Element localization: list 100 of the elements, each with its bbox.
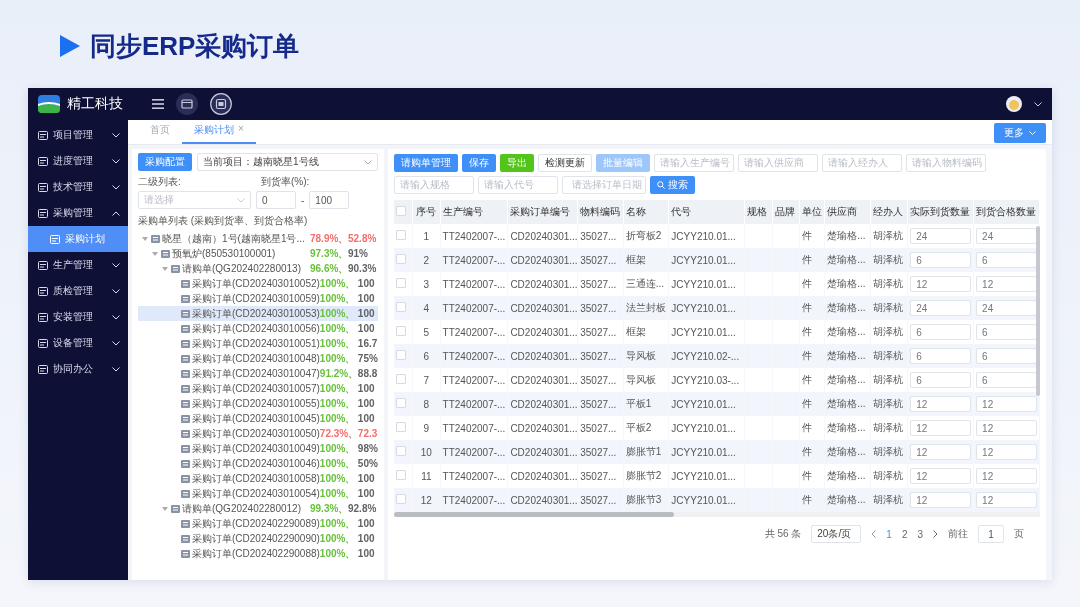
tree-node[interactable]: 采购订单(CD202403010048)100%、 75% [138, 351, 378, 366]
tree-node[interactable]: 采购订单(CD202402290089)100%、 100 [138, 516, 378, 531]
page-field[interactable]: 1 [978, 525, 1004, 543]
checkbox[interactable] [396, 326, 406, 336]
chevron-icon[interactable] [112, 158, 120, 164]
checkbox[interactable] [396, 446, 406, 456]
tree-node[interactable]: 采购订单(CD202403010045)100%、 100 [138, 411, 378, 426]
sidebar-item[interactable]: 设备管理 [28, 330, 128, 356]
toolbar-button[interactable]: 保存 [462, 154, 496, 172]
sidebar-item[interactable]: 项目管理 [28, 122, 128, 148]
chevron-icon[interactable] [112, 184, 120, 190]
quantity-field[interactable]: 24 [976, 300, 1037, 316]
more-button[interactable]: 更多 [994, 123, 1046, 143]
sidebar-item[interactable]: 安装管理 [28, 304, 128, 330]
sidebar-item[interactable]: 质检管理 [28, 278, 128, 304]
page-number[interactable]: 2 [901, 528, 908, 540]
tree-node[interactable]: 请购单(QG202402280013) 96.6%、90.3% [138, 261, 378, 276]
page-number[interactable]: 1 [886, 528, 892, 540]
tree-node[interactable]: 采购订单(CD202403010049)100%、 98% [138, 441, 378, 456]
quantity-field[interactable]: 6 [976, 348, 1037, 364]
quantity-field[interactable]: 12 [976, 468, 1037, 484]
sidebar-item[interactable]: 生产管理 [28, 252, 128, 278]
rate-max-field[interactable]: 100 [309, 191, 350, 209]
quantity-field[interactable]: 12 [910, 396, 972, 412]
quantity-field[interactable]: 12 [910, 420, 972, 436]
next-page-icon[interactable] [933, 530, 938, 538]
checkbox[interactable] [396, 302, 406, 312]
page-size-select[interactable]: 20条/页 [811, 525, 862, 543]
quantity-field[interactable]: 12 [976, 492, 1037, 508]
tree-node[interactable]: 采购订单(CD202403010047)91.2%、88.8 [138, 366, 378, 381]
checkbox[interactable] [396, 422, 406, 432]
checkbox[interactable] [396, 350, 406, 360]
quantity-field[interactable]: 12 [976, 444, 1037, 460]
quantity-field[interactable]: 12 [976, 396, 1037, 412]
scrollbar[interactable] [1036, 226, 1040, 396]
checkbox[interactable] [396, 470, 406, 480]
chevron-icon[interactable] [112, 210, 120, 216]
tree-node[interactable]: 采购订单(CD202403010056)100%、 100 [138, 321, 378, 336]
quantity-field[interactable]: 6 [910, 252, 972, 268]
project-select[interactable]: 当前项目：越南晓星1号线 [197, 153, 378, 171]
image-icon[interactable] [210, 93, 232, 115]
caret-icon[interactable] [1034, 101, 1042, 107]
avatar[interactable] [1006, 96, 1022, 112]
quantity-field[interactable]: 24 [910, 228, 972, 244]
scrollbar[interactable] [394, 512, 674, 517]
quantity-field[interactable]: 12 [976, 276, 1037, 292]
checkbox[interactable] [396, 278, 406, 288]
chevron-icon[interactable] [112, 132, 120, 138]
quantity-field[interactable]: 6 [910, 324, 972, 340]
tree-node[interactable]: 采购订单(CD202403010059)100%、 100 [138, 291, 378, 306]
quantity-field[interactable]: 12 [976, 420, 1037, 436]
sidebar-item[interactable]: 采购计划 [28, 226, 128, 252]
sidebar-item[interactable]: 采购管理 [28, 200, 128, 226]
quantity-field[interactable]: 12 [910, 444, 972, 460]
checkbox[interactable] [396, 398, 406, 408]
quantity-field[interactable]: 12 [910, 468, 972, 484]
tree-node[interactable]: 采购订单(CD202403010050)72.3%、72.3 [138, 426, 378, 441]
config-button[interactable]: 采购配置 [138, 153, 192, 171]
quantity-field[interactable]: 6 [976, 324, 1037, 340]
tree-node[interactable]: 预氧炉(850530100001) 97.3%、91% [138, 246, 378, 261]
page-number[interactable]: 3 [917, 528, 923, 540]
quantity-field[interactable]: 6 [976, 252, 1037, 268]
tree-node[interactable]: 请购单(QG202402280012) 99.3%、92.8% [138, 501, 378, 516]
chevron-icon[interactable] [112, 288, 120, 294]
tree-node[interactable]: 采购订单(CD202403010051)100%、 16.7 [138, 336, 378, 351]
quantity-field[interactable]: 6 [910, 372, 972, 388]
tree-node[interactable]: 采购订单(CD202402290088)100%、 100 [138, 546, 378, 561]
quantity-field[interactable]: 12 [910, 492, 972, 508]
toolbar-button[interactable]: 请购单管理 [394, 154, 458, 172]
calendar-icon[interactable] [176, 93, 198, 115]
toolbar-button[interactable]: 检测更新 [538, 154, 592, 172]
sidebar-item[interactable]: 协同办公 [28, 356, 128, 382]
menu-icon[interactable] [152, 99, 164, 109]
chevron-icon[interactable] [112, 340, 120, 346]
quantity-field[interactable]: 6 [976, 372, 1037, 388]
tree-node[interactable]: 采购订单(CD202403010054)100%、 100 [138, 486, 378, 501]
tree-node[interactable]: 晓星（越南）1号(越南晓星1号... 78.9%、52.8% [138, 231, 378, 246]
tree-node[interactable]: 采购订单(CD202402290090)100%、 100 [138, 531, 378, 546]
sidebar-item[interactable]: 技术管理 [28, 174, 128, 200]
checkbox[interactable] [396, 374, 406, 384]
quantity-field[interactable]: 24 [910, 300, 972, 316]
prev-page-icon[interactable] [871, 530, 877, 538]
checkbox[interactable] [396, 494, 406, 504]
chevron-icon[interactable] [112, 262, 120, 268]
tree-node[interactable]: 采购订单(CD202403010055)100%、 100 [138, 396, 378, 411]
quantity-field[interactable]: 12 [910, 276, 972, 292]
search-button[interactable]: 搜索 [650, 176, 695, 194]
tree-node[interactable]: 采购订单(CD202403010057)100%、 100 [138, 381, 378, 396]
chevron-icon[interactable] [112, 314, 120, 320]
sidebar-item[interactable]: 进度管理 [28, 148, 128, 174]
checkbox[interactable] [396, 254, 406, 264]
quantity-field[interactable]: 24 [976, 228, 1037, 244]
checkbox[interactable] [396, 206, 406, 216]
tree-node[interactable]: 采购订单(CD202403010052)100%、 100 [138, 276, 378, 291]
checkbox[interactable] [396, 230, 406, 240]
tree-node[interactable]: 采购订单(CD202403010053)100%、 100 [138, 306, 378, 321]
tree-node[interactable]: 采购订单(CD202403010058)100%、 100 [138, 471, 378, 486]
quantity-field[interactable]: 6 [910, 348, 972, 364]
rate-min-field[interactable]: 0 [256, 191, 296, 209]
tree-node[interactable]: 采购订单(CD202403010046)100%、 50% [138, 456, 378, 471]
